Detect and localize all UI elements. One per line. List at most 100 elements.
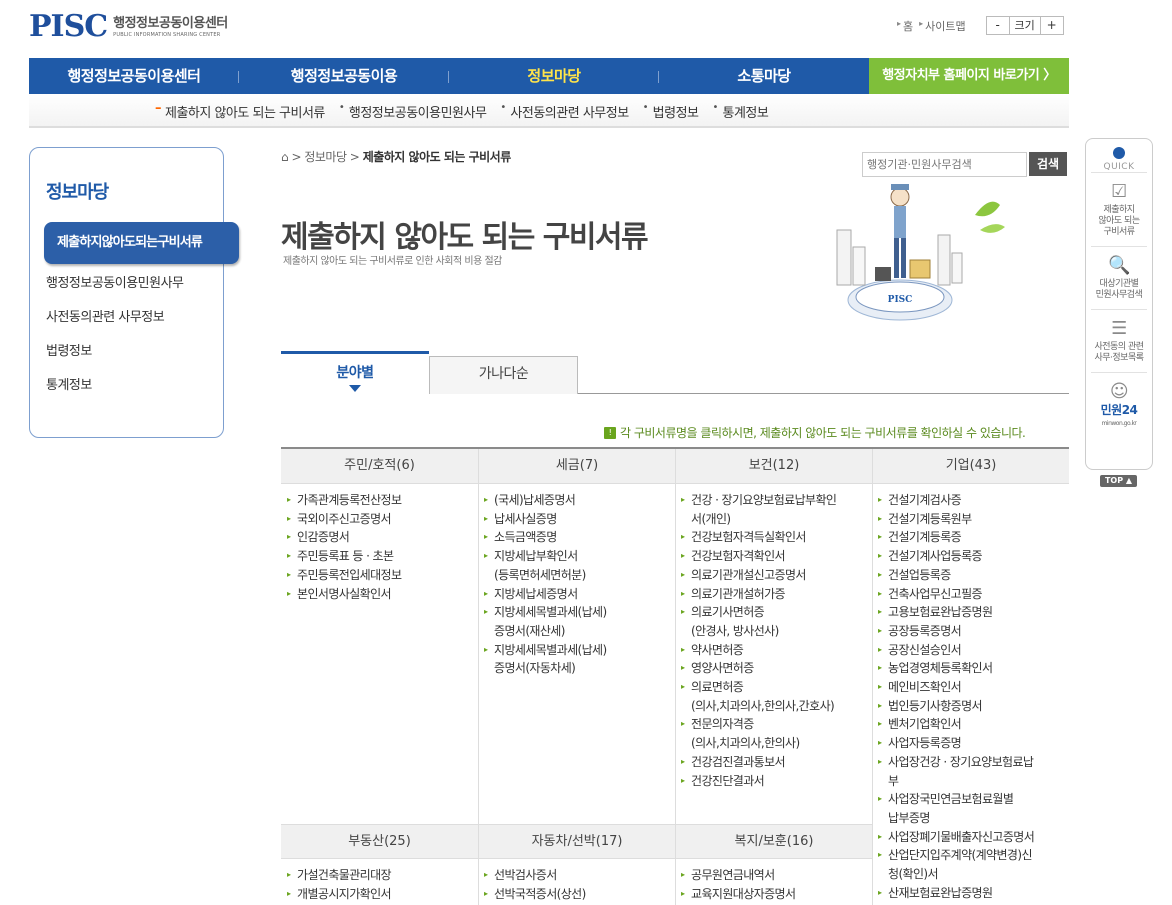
document-link[interactable]: 사업장국민연금보험료월별납부증명 (878, 790, 1068, 827)
quick-logo-icon (1113, 147, 1125, 159)
quick-item-docs[interactable]: ☑ 제출하지 않아도 되는 구비서류 (1091, 172, 1147, 246)
document-link[interactable]: 납세사실증명 (484, 510, 672, 529)
document-link-line: 청(확인)서 (888, 867, 939, 882)
document-link[interactable]: 가설건축물관리대장 (287, 866, 475, 885)
side-nav-item-stats[interactable]: 통계정보 (46, 377, 184, 411)
font-decrease-button[interactable]: - (987, 17, 1009, 34)
side-nav-item-civil[interactable]: 행정정보공동이용민원사무 (46, 275, 184, 309)
document-link[interactable]: 건설기계사업등록증 (878, 547, 1068, 566)
quick-label-line: minwon.go.kr (1101, 420, 1137, 427)
gnb-item-sharing[interactable]: 행정정보공동이용 (239, 58, 449, 94)
document-link[interactable]: 건강검진결과통보서 (681, 753, 869, 772)
document-link[interactable]: 지방세납세증명서 (484, 585, 672, 604)
gnb-item-communication[interactable]: 소통마당 (659, 58, 869, 94)
document-link[interactable]: 사업장건강 · 장기요양보험료납부 (878, 753, 1068, 790)
document-link[interactable]: 법인등기사항증명서 (878, 697, 1068, 716)
document-link[interactable]: 전문의자격증 (의사,치과의사,한의사) (681, 715, 869, 752)
document-link[interactable]: 주민등록표 등 · 초본 (287, 547, 475, 566)
document-link[interactable]: 지방세세목별과세(납세) 증명서(재산세) (484, 603, 672, 640)
gnb-item-info[interactable]: 정보마당 (449, 58, 659, 94)
search-button[interactable]: 검색 (1029, 152, 1067, 176)
tab-by-field[interactable]: 분야별 (281, 351, 429, 395)
document-link[interactable]: 사업자등록증명 (878, 734, 1068, 753)
document-link-line: 사업장국민연금보험료월별 (888, 792, 1014, 807)
document-link[interactable]: 사업장폐기물배출자신고증명서 (878, 828, 1068, 847)
logo-english-name: PUBLIC INFORMATION SHARING CENTER (113, 31, 221, 38)
document-link[interactable]: 약사면허증 (681, 641, 869, 660)
document-link[interactable]: 주민등록전입세대정보 (287, 566, 475, 585)
font-increase-button[interactable]: + (1041, 17, 1063, 34)
document-link[interactable]: 가족관계등록전산정보 (287, 491, 475, 510)
document-link[interactable]: 공장등록증명서 (878, 622, 1068, 641)
subnav-item-stats[interactable]: 통계정보 (713, 102, 769, 121)
side-navigation: 정보마당 제출하지않아도되는구비서류 행정정보공동이용민원사무 사전동의관련 사… (29, 147, 239, 438)
document-link[interactable]: 지방세납부확인서 (등록면허세면허분) (484, 547, 672, 584)
document-link[interactable]: 벤처기업확인서 (878, 715, 1068, 734)
document-link[interactable]: 건설기계검사증 (878, 491, 1068, 510)
subnav-item-civil[interactable]: 행정정보공동이용민원사무 (339, 102, 487, 121)
document-link[interactable]: 건축사업무신고필증 (878, 585, 1068, 604)
compass-illustration: PISC (836, 184, 1005, 321)
document-link[interactable]: 건강진단결과서 (681, 772, 869, 791)
document-link[interactable]: 건강보험자격득실확인서 (681, 528, 869, 547)
notice-message: 각 구비서류명을 클릭하시면, 제출하지 않아도 되는 구비서류를 확인하실 수… (620, 426, 1026, 440)
document-link[interactable]: 메인비즈확인서 (878, 678, 1068, 697)
quick-menu: QUICK ☑ 제출하지 않아도 되는 구비서류 🔍 대상기관별 민원사무검색 … (1085, 138, 1153, 470)
document-link[interactable]: 교육지원대상자증명서 (681, 885, 869, 904)
document-link[interactable]: 의료기관개설신고증명서 (681, 566, 869, 585)
document-link-line: 사업장건강 · 장기요양보험료납 (888, 754, 1034, 769)
document-link[interactable]: 공장신설승인서 (878, 641, 1068, 660)
tab-alphabetical[interactable]: 가나다순 (429, 356, 578, 394)
document-link[interactable]: 인감증명서 (287, 528, 475, 547)
top-button[interactable]: TOP ▲ (1100, 475, 1137, 487)
document-link[interactable]: 건강 · 장기요양보험료납부확인서(개인) (681, 491, 869, 528)
quick-item-consent[interactable]: ☰ 사전동의 관련 사무·정보목록 (1091, 309, 1147, 372)
document-link[interactable]: 건강보험자격확인서 (681, 547, 869, 566)
sub-navigation: 제출하지 않아도 되는 구비서류 행정정보공동이용민원사무 사전동의관련 사무정… (29, 94, 1069, 128)
document-link[interactable]: 본인서명사실확인서 (287, 585, 475, 604)
gov-homepage-link[interactable]: 행정자치부 홈페이지 바로가기 〉 (869, 58, 1069, 94)
subnav-item-consent[interactable]: 사전동의관련 사무정보 (500, 102, 629, 121)
category-header-realestate: 부동산(25) (281, 824, 478, 859)
document-link[interactable]: 산재보험료완납증명원 (878, 884, 1068, 903)
document-link[interactable]: 소득금액증명 (484, 528, 672, 547)
document-link[interactable]: 산업단지입주계약(계약변경)신청(확인)서 (878, 846, 1068, 883)
sitemap-link[interactable]: 사이트맵 (919, 18, 965, 34)
search-box: 검색 (862, 152, 1067, 177)
document-link[interactable]: 의료기사면허증 (안경사, 방사선사) (681, 603, 869, 640)
subnav-item-docs[interactable]: 제출하지 않아도 되는 구비서류 (155, 101, 325, 121)
subnav-item-law[interactable]: 법령정보 (643, 102, 699, 121)
category-table: 주민/호적(6) 세금(7) 보건(12) 기업(43) 가족관계등록전산정보국… (281, 447, 1069, 905)
search-input[interactable] (862, 152, 1027, 177)
home-icon[interactable]: ⌂ (281, 150, 289, 164)
gnb-item-center[interactable]: 행정정보공동이용센터 (29, 58, 239, 94)
category-header-health: 보건(12) (676, 449, 872, 484)
document-link[interactable]: (국세)납세증명서 (484, 491, 672, 510)
home-link[interactable]: 홈 (897, 18, 913, 34)
document-link[interactable]: 의료면허증 (의사,치과의사,한의사,간호사) (681, 678, 869, 715)
document-link[interactable]: 지방세세목별과세(납세) 증명서(자동차세) (484, 641, 672, 678)
document-link[interactable]: 개별공시지가확인서 (287, 885, 475, 904)
document-link[interactable]: 건설기계등록원부 (878, 510, 1068, 529)
document-link[interactable]: 공무원연금내역서 (681, 866, 869, 885)
category-header-welfare: 복지/보훈(16) (676, 824, 872, 859)
document-link-line: 부 (888, 773, 899, 788)
side-nav-item-law[interactable]: 법령정보 (46, 343, 184, 377)
site-logo[interactable]: PISC 행정정보공동이용센터 PUBLIC INFORMATION SHARI… (29, 12, 228, 42)
document-link[interactable]: 농업경영체등록확인서 (878, 659, 1068, 678)
document-link[interactable]: 고용보험료완납증명원 (878, 603, 1068, 622)
document-link[interactable]: 영양사면허증 (681, 659, 869, 678)
document-link[interactable]: 건설기계등록증 (878, 528, 1068, 547)
quick-label-line: 제출하지 (1103, 205, 1135, 215)
quick-item-minwon24[interactable]: ☺ 민원24 minwon.go.kr (1091, 372, 1147, 437)
document-link[interactable]: 선박검사증서 (484, 866, 672, 885)
document-link[interactable]: 의료기관개설허가증 (681, 585, 869, 604)
quick-label-line: 구비서류 (1103, 227, 1135, 237)
document-link[interactable]: 건설업등록증 (878, 566, 1068, 585)
side-nav-item-active[interactable]: 제출하지않아도되는구비서류 (44, 222, 239, 264)
document-link[interactable]: 국외이주신고증명서 (287, 510, 475, 529)
document-link[interactable]: 선박국적증서(상선) (484, 885, 672, 904)
category-header-vehicle: 자동차/선박(17) (479, 824, 675, 859)
quick-item-search[interactable]: 🔍 대상기관별 민원사무검색 (1091, 246, 1147, 309)
side-nav-item-consent[interactable]: 사전동의관련 사무정보 (46, 309, 184, 343)
